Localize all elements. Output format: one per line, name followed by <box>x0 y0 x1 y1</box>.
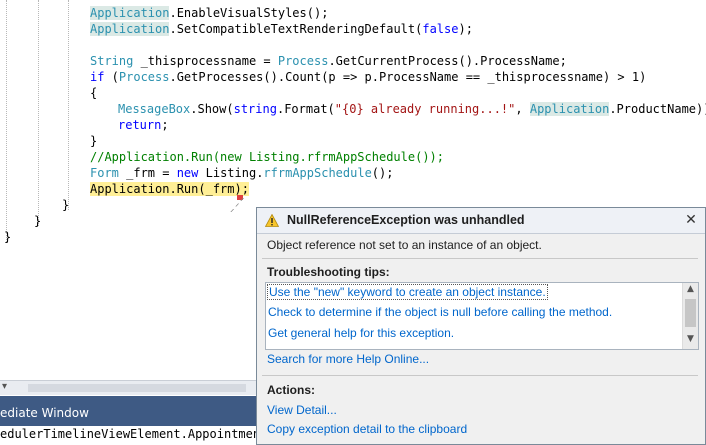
code-line: Form _frm = new Listing.rfrmAppSchedule(… <box>90 166 394 180</box>
dropdown-arrow-icon[interactable]: ▾ <box>2 381 7 392</box>
exception-title-bar: NullReferenceException was unhandled ✕ <box>257 208 705 234</box>
tip-use-new-keyword[interactable]: Use the "new" keyword to create an objec… <box>267 284 548 300</box>
code-line: String _thisprocessname = Process.GetCur… <box>90 54 567 68</box>
warning-icon <box>265 214 279 227</box>
scrollbar-thumb[interactable] <box>685 299 696 327</box>
horizontal-scrollbar[interactable]: ▾ <box>0 380 256 395</box>
current-statement-line: Application.Run(_frm); <box>90 182 249 196</box>
exception-assistant: NullReferenceException was unhandled ✕ O… <box>256 207 706 445</box>
tip-check-null[interactable]: Check to determine if the object is null… <box>268 305 612 319</box>
actions-header: Actions: <box>267 383 315 397</box>
immediate-window-tab[interactable]: ediate Window <box>0 396 256 426</box>
code-line: } <box>4 230 12 244</box>
code-line: } <box>34 214 42 228</box>
scroll-down-arrow-icon[interactable]: ▼ <box>683 334 698 348</box>
code-line: return; <box>118 118 169 132</box>
immediate-window-title: ediate Window <box>0 406 89 420</box>
view-detail-link[interactable]: View Detail... <box>267 403 337 417</box>
scrollbar-thumb[interactable] <box>28 384 246 392</box>
scroll-up-arrow-icon[interactable]: ▲ <box>683 284 698 298</box>
exception-message: Object reference not set to an instance … <box>267 238 542 252</box>
code-line: { <box>90 86 98 100</box>
indent-guide <box>6 0 7 242</box>
immediate-window-content[interactable]: edulerTimelineViewElement.Appointment <box>0 426 256 444</box>
indent-guide <box>38 0 39 226</box>
troubleshooting-header: Troubleshooting tips: <box>267 265 390 279</box>
copy-exception-detail-link[interactable]: Copy exception detail to the clipboard <box>267 422 467 436</box>
tips-scrollbar[interactable]: ▲ ▼ <box>682 283 698 349</box>
exception-title: NullReferenceException was unhandled <box>287 213 525 227</box>
search-help-online-link[interactable]: Search for more Help Online... <box>267 352 429 366</box>
code-line: Application.SetCompatibleTextRenderingDe… <box>90 22 473 36</box>
code-line: } <box>90 134 98 148</box>
indent-guide <box>68 0 69 210</box>
code-line: MessageBox.Show(string.Format("{0} alrea… <box>118 102 706 116</box>
code-line: Application.EnableVisualStyles(); <box>90 6 329 20</box>
code-line: if (Process.GetProcesses().Count(p => p.… <box>90 70 647 84</box>
close-icon[interactable]: ✕ <box>683 211 699 229</box>
code-line: } <box>62 198 70 212</box>
tip-general-help[interactable]: Get general help for this exception. <box>268 326 454 340</box>
troubleshooting-tips-list[interactable]: Use the "new" keyword to create an objec… <box>265 282 699 350</box>
code-comment-line: //Application.Run(new Listing.rfrmAppSch… <box>90 150 445 164</box>
divider <box>262 258 698 259</box>
divider <box>262 375 698 376</box>
